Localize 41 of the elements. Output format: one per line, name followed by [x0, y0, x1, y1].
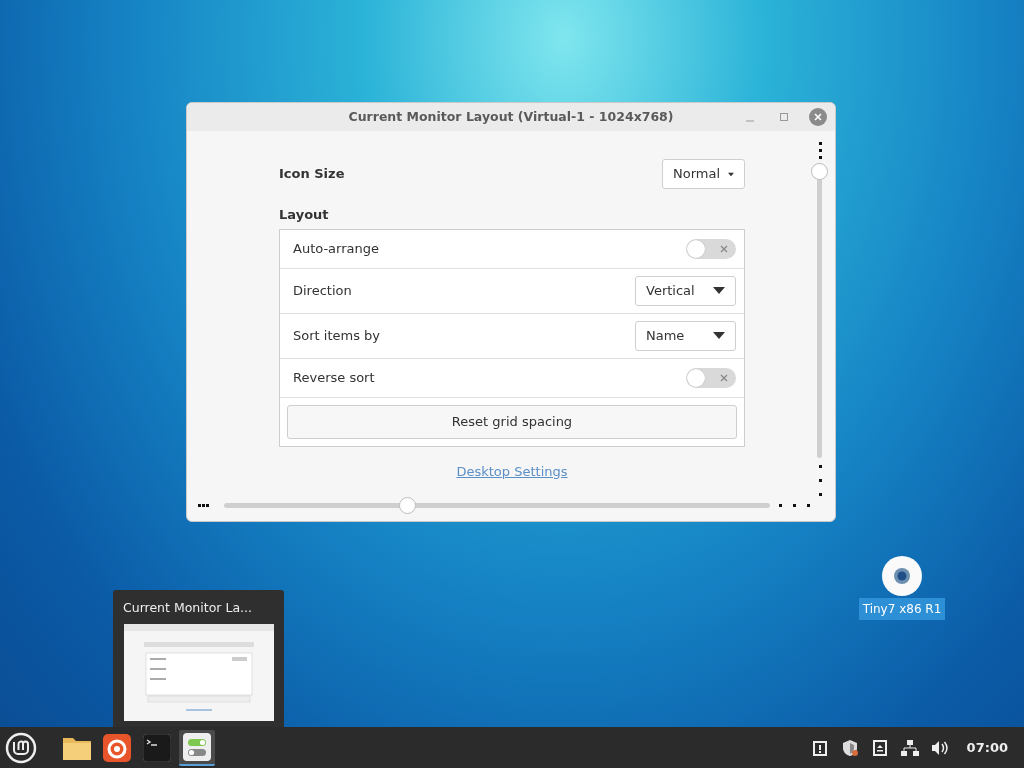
scroll-indicator-icon [198, 504, 209, 507]
section-heading: Layout [279, 206, 330, 224]
eject-icon [872, 739, 887, 756]
close-icon [813, 112, 823, 122]
reset-button[interactable]: Reset grid spacing [287, 404, 737, 439]
shield-icon [840, 738, 859, 757]
caret-icon [713, 287, 725, 294]
window-preview[interactable]: Current Monitor La... [113, 590, 284, 727]
toggle-switch[interactable] [686, 238, 736, 259]
disc-icon[interactable] [882, 556, 922, 596]
maximize-icon [779, 112, 789, 122]
setting-label: Direction [293, 281, 352, 300]
caret-icon [713, 332, 725, 339]
browser-icon [103, 733, 131, 762]
setting-label: Reverse sort [293, 368, 375, 387]
setting-label: Auto-arrange [293, 239, 379, 258]
toggle-switch[interactable] [686, 367, 736, 388]
scroll-indicator-icon [819, 465, 822, 496]
setting-label: Icon Size [279, 165, 345, 184]
network-icon [900, 739, 919, 756]
terminal-icon [143, 733, 171, 762]
close-button[interactable] [809, 108, 827, 126]
scroll-indicator-icon [779, 504, 810, 507]
toggle-settings-icon [183, 732, 211, 761]
update-icon [812, 739, 827, 756]
taskbar-app-button[interactable] [179, 729, 215, 766]
window-title: Current Monitor Layout (Virtual-1 - 1024x768) [348, 107, 674, 126]
dropdown[interactable]: Name [635, 320, 736, 351]
dropdown[interactable]: Vertical [635, 275, 736, 306]
cross-icon [720, 244, 728, 253]
icon-size-dropdown[interactable]: Normal [662, 159, 745, 189]
cross-icon [720, 373, 728, 382]
setting-label: Sort items by [293, 326, 380, 345]
volume-icon [930, 739, 949, 756]
horizontal-scrollbar[interactable] [224, 497, 770, 514]
scroll-indicator-icon [819, 142, 822, 159]
caret-icon [728, 170, 734, 178]
vertical-scrollbar[interactable] [811, 163, 828, 458]
minimize-icon [746, 120, 754, 122]
preview-title: Current Monitor La... [122, 599, 253, 617]
clock[interactable]: 07:00 [966, 737, 1008, 758]
